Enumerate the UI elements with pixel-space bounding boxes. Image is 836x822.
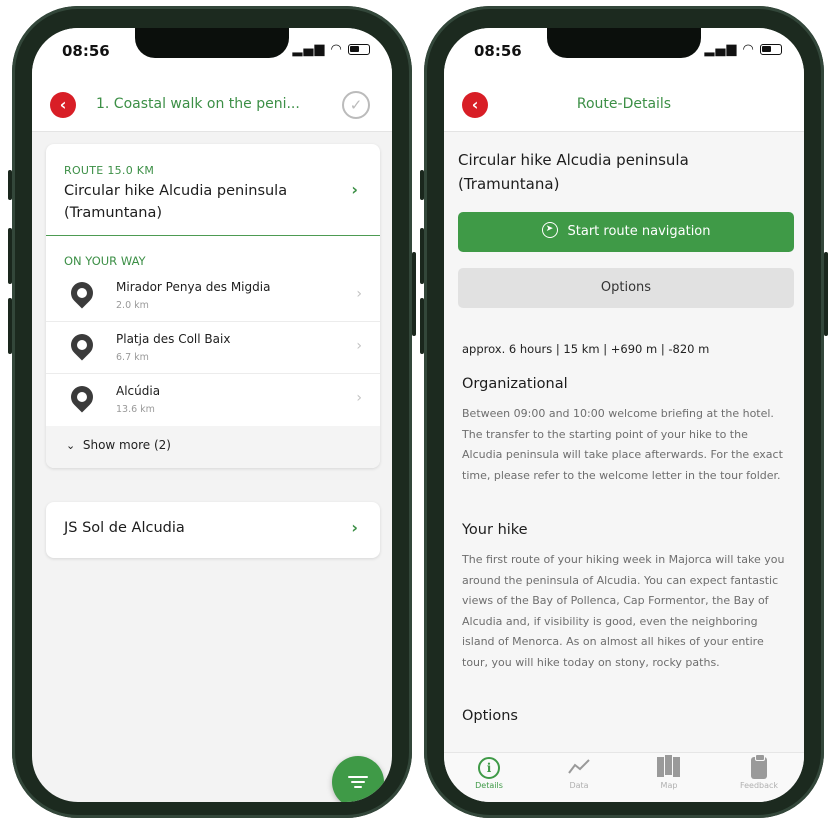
chevron-down-icon: ⌄ [66, 439, 76, 452]
details-content[interactable]: Circular hike Alcudia peninsula (Tramunt… [444, 132, 804, 752]
power-button [412, 252, 416, 336]
on-your-way-title: ON YOUR WAY [64, 254, 146, 268]
options-label: Options [600, 280, 652, 295]
signal-icon: ▂▄▆ [704, 42, 738, 57]
tab-label: Map [660, 781, 678, 790]
back-button[interactable]: ‹ [50, 92, 76, 118]
mute-switch [8, 170, 12, 200]
chevron-right-icon: › [356, 338, 362, 354]
screen-route-details: 08:56 ▂▄▆ ◠ ‹ Route-Details Circular hik… [444, 28, 804, 802]
poi-name: Platja des Coll Baix [116, 332, 231, 346]
organizational-text: Between 09:00 and 10:00 welcome briefing… [462, 407, 783, 482]
status-icons: ▂▄▆ ◠ [292, 42, 370, 57]
organizational-heading: Organizational [462, 376, 568, 392]
poi-name: Mirador Penya des Migdia [116, 280, 271, 294]
notch [135, 28, 289, 58]
phone-frame-right: 08:56 ▂▄▆ ◠ ‹ Route-Details Circular hik… [420, 6, 828, 818]
nav-title: Route-Details [576, 96, 672, 112]
signal-icon: ▂▄▆ [292, 42, 326, 57]
chevron-left-icon: ‹ [59, 95, 67, 114]
show-more-label: ⌄ Show more (2) [66, 438, 171, 452]
map-pin-icon [66, 329, 98, 361]
wifi-icon: ◠ [330, 42, 343, 57]
tab-label: Details [475, 781, 503, 790]
nav-bar: ‹ 1. Coastal walk on the peni... ✓ [32, 80, 392, 132]
your-hike-heading: Your hike [462, 522, 528, 538]
wifi-icon: ◠ [742, 42, 755, 57]
tab-map[interactable]: Map [624, 755, 714, 801]
route-card: ROUTE 15.0 KM Circular hike Alcudia peni… [46, 144, 380, 468]
navigation-arrow-icon: ➤ [541, 221, 558, 238]
volume-down-button [420, 298, 424, 354]
mute-switch [420, 170, 424, 200]
options-button[interactable]: Options [458, 268, 794, 308]
power-button [824, 252, 828, 336]
poi-item[interactable]: Mirador Penya des Migdia 2.0 km › [46, 270, 380, 322]
options-heading: Options [462, 708, 518, 724]
poi-distance: 13.6 km [116, 404, 155, 415]
check-icon: ✓ [349, 96, 363, 114]
poi-name: Alcúdia [116, 384, 161, 398]
chevron-right-icon: › [351, 180, 358, 199]
tab-feedback[interactable]: Feedback [714, 754, 804, 801]
tab-label: Data [569, 781, 589, 790]
volume-down-button [8, 298, 12, 354]
status-time: 08:56 [62, 42, 110, 60]
nav-bar: ‹ Route-Details [444, 80, 804, 132]
hotel-card[interactable]: JS Sol de Alcudia › [46, 502, 380, 558]
route-distance-label: ROUTE 15.0 KM [64, 164, 155, 177]
route-header[interactable]: ROUTE 15.0 KM Circular hike Alcudia peni… [46, 144, 380, 236]
battery-icon [760, 44, 782, 55]
poi-item[interactable]: Alcúdia 13.6 km › [46, 374, 380, 426]
phone-frame-left: 08:56 ▂▄▆ ◠ ‹ 1. Coastal walk on the pen… [8, 6, 416, 818]
tab-details[interactable]: i Details [444, 757, 534, 801]
map-icon [624, 755, 714, 779]
battery-icon [348, 44, 370, 55]
route-name: Circular hike Alcudia peninsula (Tramunt… [64, 183, 288, 221]
start-navigation-label: Start route navigation [567, 224, 711, 239]
notch [547, 28, 701, 58]
your-hike-text: The first route of your hiking week in M… [462, 553, 785, 669]
map-pin-icon [66, 277, 98, 309]
poi-distance: 2.0 km [116, 300, 149, 311]
poi-item[interactable]: Platja des Coll Baix 6.7 km › [46, 322, 380, 374]
poi-distance: 6.7 km [116, 352, 149, 363]
show-more-text: Show more (2) [82, 438, 171, 452]
info-icon: i [444, 757, 534, 779]
route-stats: approx. 6 hours | 15 km | +690 m | -820 … [462, 342, 710, 356]
route-title: Circular hike Alcudia peninsula (Tramunt… [458, 151, 689, 193]
chevron-right-icon: › [356, 286, 362, 302]
complete-button[interactable]: ✓ [342, 91, 370, 119]
start-navigation-button[interactable]: ➤ Start route navigation [458, 212, 794, 252]
status-icons: ▂▄▆ ◠ [704, 42, 782, 57]
chevron-right-icon: › [356, 390, 362, 406]
filter-button[interactable] [332, 756, 384, 802]
status-time: 08:56 [474, 42, 522, 60]
tab-data[interactable]: Data [534, 757, 624, 801]
map-pin-icon [66, 381, 98, 413]
chevron-right-icon: › [351, 518, 358, 537]
tab-label: Feedback [739, 781, 779, 790]
show-more-button[interactable]: ⌄ Show more (2) [46, 426, 380, 468]
volume-up-button [420, 228, 424, 284]
tab-bar: i Details Data Map Feedback [444, 752, 804, 802]
clipboard-icon [714, 754, 804, 779]
nav-title: 1. Coastal walk on the peni... [96, 96, 300, 112]
chart-line-icon [534, 757, 624, 779]
volume-up-button [8, 228, 12, 284]
screen-route-overview: 08:56 ▂▄▆ ◠ ‹ 1. Coastal walk on the pen… [32, 28, 392, 802]
hotel-name: JS Sol de Alcudia [64, 520, 185, 536]
